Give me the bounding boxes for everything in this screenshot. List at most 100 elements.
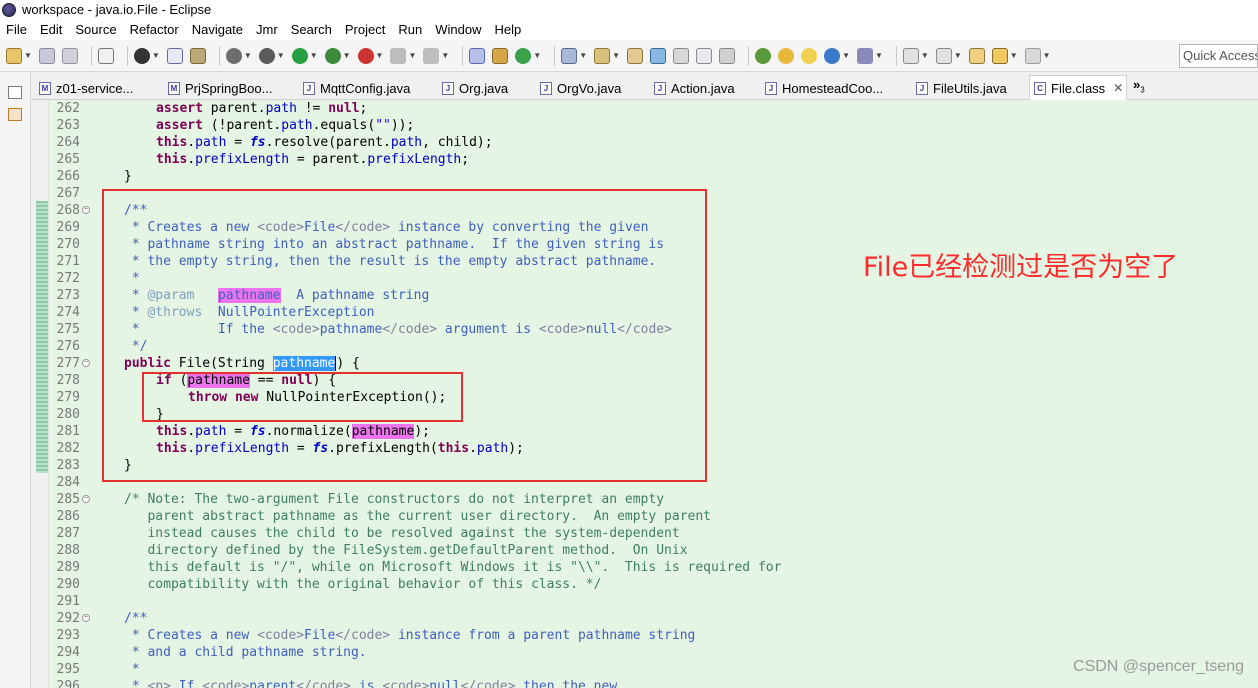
package-explorer-icon[interactable] — [8, 108, 22, 121]
menu-file[interactable]: File — [6, 22, 27, 37]
forward-icon[interactable] — [1024, 47, 1041, 64]
window-title: workspace - java.io.File - Eclipse — [22, 2, 212, 17]
menu-edit[interactable]: Edit — [40, 22, 62, 37]
chevron-down-icon[interactable]: ▼ — [343, 51, 351, 60]
save-icon[interactable] — [38, 47, 55, 64]
code-line: * <p> If <code>parent</code> is <code>nu… — [124, 679, 618, 688]
quick-access-input[interactable]: Quick Access — [1179, 44, 1258, 68]
disconnect-icon[interactable] — [423, 47, 440, 64]
java-file-icon: J — [765, 81, 777, 95]
fold-toggle-icon[interactable]: − — [82, 206, 90, 214]
line-number: 286 — [56, 509, 80, 524]
code-line: this default is "/", while on Microsoft … — [124, 560, 782, 575]
task-icon[interactable] — [189, 47, 206, 64]
menu-jmr[interactable]: Jmr — [256, 22, 278, 37]
chevron-down-icon[interactable]: ▼ — [1043, 51, 1051, 60]
bug-icon[interactable] — [258, 47, 275, 64]
line-number: 267 — [56, 186, 80, 201]
debug-icon[interactable] — [225, 47, 242, 64]
toolbar-separator — [895, 45, 897, 66]
toggle-highlight-icon[interactable] — [650, 47, 667, 64]
restore-icon[interactable] — [8, 86, 22, 99]
chevron-down-icon[interactable]: ▼ — [921, 51, 929, 60]
chevron-down-icon[interactable]: ▼ — [875, 51, 883, 60]
line-number: 273 — [56, 288, 80, 303]
package-icon[interactable] — [469, 47, 486, 64]
menu-search[interactable]: Search — [291, 22, 332, 37]
tab-overflow-button[interactable]: »3 — [1133, 77, 1145, 95]
tab-action[interactable]: J Action.java — [654, 76, 739, 100]
open-type-icon[interactable] — [561, 47, 578, 64]
tab-homesteadcoo[interactable]: J HomesteadCoo... — [765, 76, 895, 100]
tab-file-class[interactable]: C File.class ✕ — [1029, 75, 1127, 100]
line-number: 288 — [56, 543, 80, 558]
search-icon[interactable] — [594, 47, 611, 64]
back-icon[interactable] — [991, 47, 1008, 64]
new-class-icon[interactable] — [515, 47, 532, 64]
chevron-down-icon[interactable]: ▼ — [441, 51, 449, 60]
coverage-icon[interactable] — [324, 47, 341, 64]
binary-icon[interactable] — [166, 47, 183, 64]
chevron-down-icon[interactable]: ▼ — [842, 51, 850, 60]
line-number: 268 — [56, 203, 80, 218]
chevron-down-icon[interactable]: ▼ — [1010, 51, 1018, 60]
user-icon[interactable] — [133, 47, 150, 64]
globe-icon[interactable] — [824, 47, 841, 64]
tab-org[interactable]: J Org.java — [442, 76, 517, 100]
menu-refactor[interactable]: Refactor — [130, 22, 179, 37]
chevron-down-icon[interactable]: ▼ — [612, 51, 620, 60]
help-icon[interactable] — [778, 47, 795, 64]
show-whitespace-icon[interactable] — [696, 47, 713, 64]
chevron-down-icon[interactable]: ▼ — [408, 51, 416, 60]
open-folder-icon[interactable] — [627, 47, 644, 64]
menu-navigate[interactable]: Navigate — [192, 22, 243, 37]
save-all-icon[interactable] — [61, 47, 78, 64]
code-line: * and a child pathname string. — [124, 645, 367, 660]
menu-project[interactable]: Project — [345, 22, 385, 37]
stop-icon[interactable] — [390, 47, 407, 64]
chevron-down-icon[interactable]: ▼ — [24, 51, 32, 60]
line-number: 295 — [56, 662, 80, 677]
external-tools-icon[interactable] — [357, 47, 374, 64]
menu-help[interactable]: Help — [494, 22, 521, 37]
run-icon[interactable] — [291, 47, 308, 64]
fold-toggle-icon[interactable]: − — [82, 359, 90, 367]
question-icon[interactable] — [801, 47, 818, 64]
print-icon[interactable] — [97, 47, 114, 64]
new-icon[interactable] — [6, 47, 22, 64]
chevron-down-icon[interactable]: ▼ — [310, 51, 318, 60]
prev-annotation-icon[interactable] — [935, 47, 952, 64]
fold-toggle-icon[interactable]: − — [82, 614, 90, 622]
last-edit-icon[interactable] — [968, 47, 985, 64]
plugin-icon[interactable] — [755, 47, 772, 64]
line-number: 274 — [56, 305, 80, 320]
menu-run[interactable]: Run — [398, 22, 422, 37]
chevron-down-icon[interactable]: ▼ — [954, 51, 962, 60]
tab-prjspringboo[interactable]: M PrjSpringBoo... — [168, 76, 280, 100]
chevron-down-icon[interactable]: ▼ — [533, 51, 541, 60]
chevron-down-icon[interactable]: ▼ — [152, 51, 160, 60]
java-file-icon: J — [442, 81, 454, 95]
fold-toggle-icon[interactable]: − — [82, 495, 90, 503]
tab-mqttconfig[interactable]: J MqttConfig.java — [303, 76, 433, 100]
annotation-text: File已经检测过是否为空了 — [863, 252, 1179, 283]
sync-icon[interactable] — [856, 47, 873, 64]
chevron-down-icon[interactable]: ▼ — [376, 51, 384, 60]
menu-window[interactable]: Window — [435, 22, 481, 37]
tab-orgvo[interactable]: J OrgVo.java — [540, 76, 630, 100]
chevron-down-icon[interactable]: ▼ — [579, 51, 587, 60]
tab-z01-service[interactable]: Mz01-service... — [39, 76, 151, 100]
class-icon[interactable] — [492, 47, 509, 64]
next-annotation-icon[interactable] — [902, 47, 919, 64]
close-icon[interactable]: ✕ — [1113, 81, 1123, 95]
java-file-icon: M — [168, 81, 180, 95]
paragraph-icon[interactable] — [719, 47, 736, 64]
chevron-down-icon[interactable]: ▼ — [244, 51, 252, 60]
toggle-block-icon[interactable] — [673, 47, 690, 64]
line-number: 292 — [56, 611, 80, 626]
menu-source[interactable]: Source — [75, 22, 116, 37]
chevron-down-icon[interactable]: ▼ — [277, 51, 285, 60]
tab-fileutils[interactable]: J FileUtils.java — [916, 76, 1021, 100]
line-number: 280 — [56, 407, 80, 422]
tab-label: OrgVo.java — [557, 80, 622, 96]
